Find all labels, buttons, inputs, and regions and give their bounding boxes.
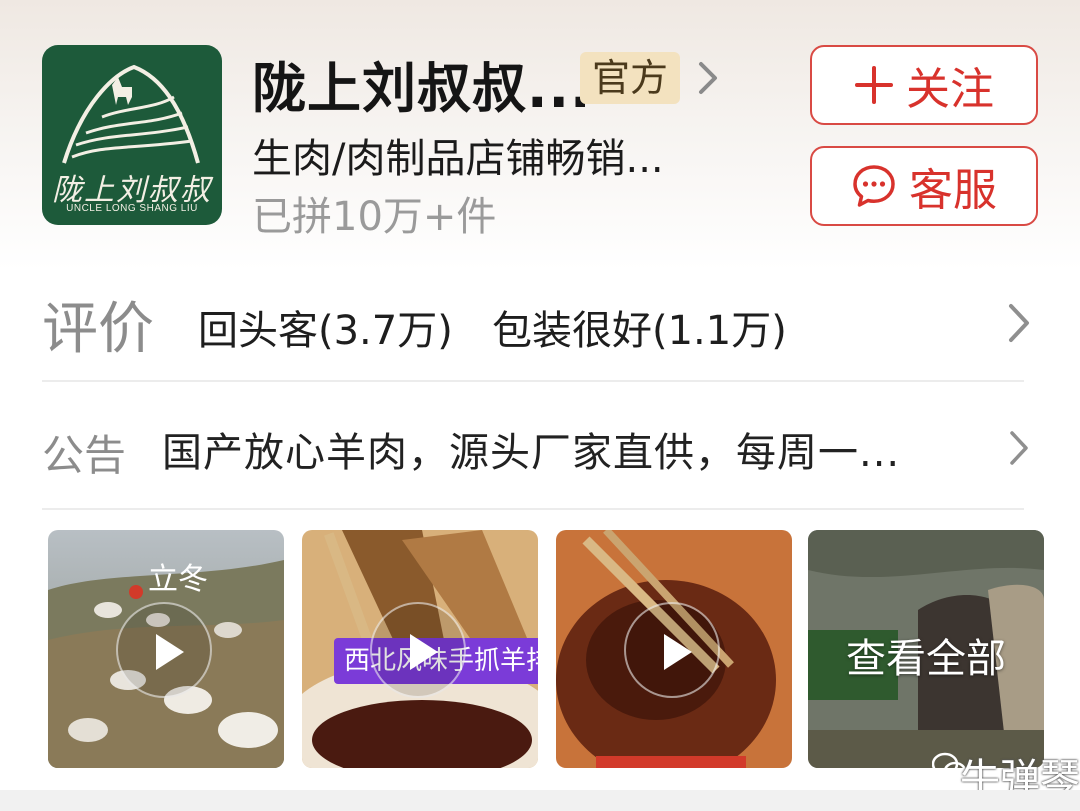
shop-logo[interactable]: 陇上刘叔叔 UNCLE LONG SHANG LIU [42,45,222,225]
notice-row[interactable]: 公告 国产放心羊肉，源头厂家直供，每周一... [42,392,1038,500]
notice-title: 公告 [42,431,127,480]
play-icon [664,634,692,670]
view-all-label[interactable]: 查看全部 [808,626,1044,684]
shop-category: 生肉/肉制品店铺畅销... [252,136,664,182]
chevron-right-icon[interactable] [1008,428,1030,468]
logo-english-text: UNCLE LONG SHANG LIU [66,203,198,214]
video-thumbnail[interactable] [556,530,792,768]
chevron-right-icon[interactable] [696,58,720,98]
follow-button-label: 关注 [906,64,994,115]
play-icon [156,634,184,670]
play-icon [410,634,438,670]
video-thumbnail[interactable]: 西北风味手抓羊排 [302,530,538,768]
chat-bubble-icon [853,165,895,207]
play-button[interactable] [370,602,466,698]
shop-sales-count: 已拼10万+件 [252,194,497,240]
reviews-row[interactable]: 评价 回头客(3.7万) 包装很好(1.1万) [42,274,1038,378]
play-button[interactable] [116,602,212,698]
bottom-strip [0,790,1080,811]
video-thumbnail[interactable]: 立冬 [48,530,284,768]
notice-text: 国产放心羊肉，源头厂家直供，每周一... [162,430,901,476]
season-title: 立冬 [148,562,208,597]
divider [42,380,1024,382]
follow-button[interactable]: 关注 [810,45,1038,125]
customer-service-button[interactable]: 客服 [810,146,1038,226]
shop-name[interactable]: 陇上刘叔叔... [252,44,592,123]
chevron-right-icon[interactable] [1006,300,1032,346]
review-tag[interactable]: 回头客(3.7万) [198,298,453,356]
plus-icon [855,66,893,104]
play-button[interactable] [624,602,720,698]
customer-service-label: 客服 [909,165,997,216]
reviews-title: 评价 [42,297,154,362]
view-all-thumbnail[interactable]: 查看全部 [808,530,1044,768]
review-tag[interactable]: 包装很好(1.1万) [492,298,787,356]
official-badge: 官方 [580,52,681,104]
divider [42,508,1024,510]
